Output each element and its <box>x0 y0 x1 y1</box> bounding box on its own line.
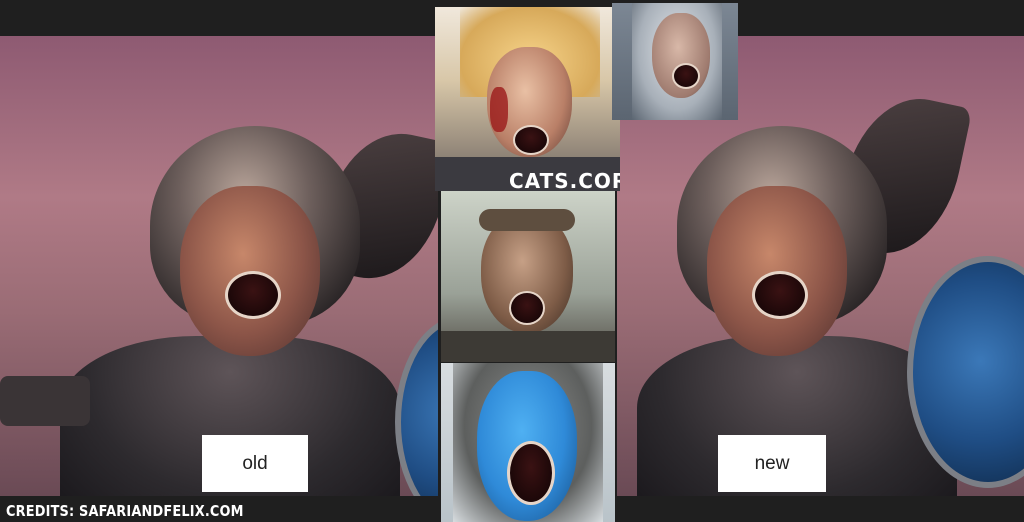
old-label: old <box>202 435 308 492</box>
silver-haired-warrior-image <box>612 3 738 120</box>
muddy-warrior-image <box>441 191 615 362</box>
new-label: new <box>718 435 826 492</box>
blonde-warrior-image: CATS.CORN <box>435 7 620 191</box>
blue-painted-warrior-image <box>441 363 615 522</box>
old-artwork-panel <box>0 36 438 496</box>
watermark-text: CATS.CORN <box>509 169 620 191</box>
credits-text: CREDITS: SAFARIANDFELIX.COM <box>6 502 244 520</box>
